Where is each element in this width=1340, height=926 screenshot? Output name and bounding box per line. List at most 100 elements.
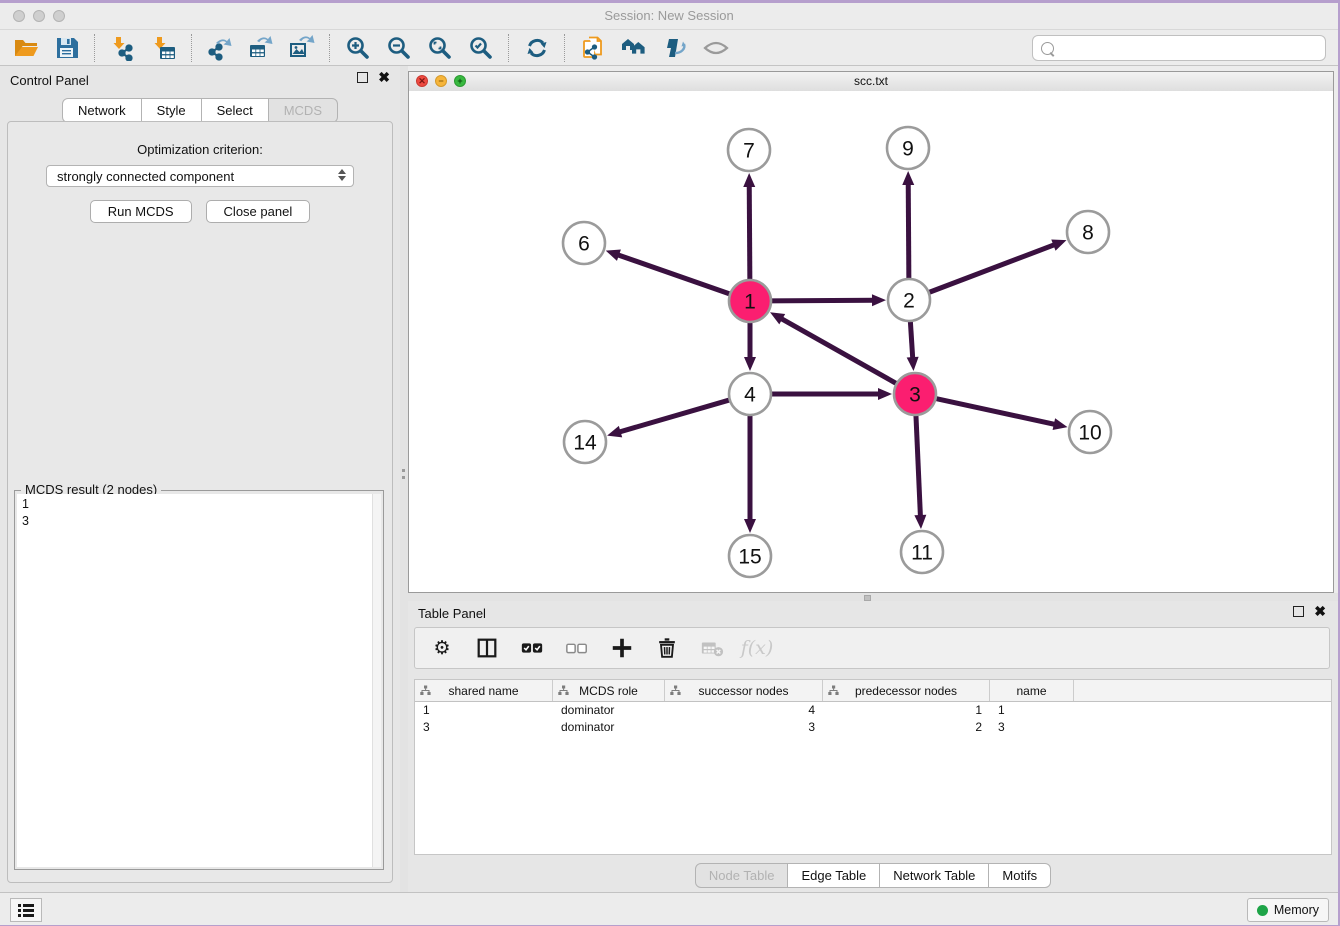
memory-button[interactable]: Memory <box>1247 898 1329 922</box>
tab-edge-table[interactable]: Edge Table <box>788 863 880 888</box>
import-network-icon[interactable] <box>109 34 136 61</box>
criterion-selected-value: strongly connected component <box>57 169 234 184</box>
column-header-name[interactable]: name <box>990 680 1074 701</box>
duplicate-network-icon[interactable] <box>579 34 606 61</box>
zoom-selected-icon[interactable] <box>467 34 494 61</box>
cell-name[interactable]: 3 <box>990 719 1074 736</box>
network-canvas[interactable]: 7 9 6 8 1 2 4 3 14 10 15 11 <box>409 91 1333 592</box>
show-hide-graphics-icon[interactable] <box>702 34 729 61</box>
zoom-out-icon[interactable] <box>385 34 412 61</box>
vertical-splitter[interactable] <box>400 66 408 892</box>
run-mcds-button[interactable]: Run MCDS <box>90 200 192 223</box>
cell-name[interactable]: 1 <box>990 702 1074 719</box>
tab-node-table[interactable]: Node Table <box>695 863 789 888</box>
open-session-icon[interactable] <box>12 34 39 61</box>
cell-successor-nodes[interactable]: 4 <box>665 702 823 719</box>
result-scrollbar[interactable] <box>372 494 381 867</box>
svg-text:15: 15 <box>738 546 761 569</box>
arrowhead-icon <box>1053 418 1068 430</box>
cell-shared-name[interactable]: 3 <box>415 719 553 736</box>
close-table-panel-icon[interactable]: ✖ <box>1314 606 1326 617</box>
unselect-all-checkboxes-icon[interactable] <box>565 636 589 660</box>
task-history-button[interactable] <box>10 898 42 922</box>
edge-4-14[interactable] <box>618 399 732 432</box>
search-icon <box>1041 42 1054 55</box>
tab-network[interactable]: Network <box>62 98 142 123</box>
cell-predecessor-nodes[interactable]: 2 <box>823 719 990 736</box>
arrowhead-icon <box>1051 240 1066 251</box>
settings-gear-icon[interactable]: ⚙ <box>430 636 454 660</box>
edge-1-7[interactable] <box>749 184 750 282</box>
arrowhead-icon <box>744 519 756 533</box>
graph-node-11[interactable]: 11 <box>901 531 943 573</box>
export-image-icon[interactable] <box>288 34 315 61</box>
column-header-shared-name[interactable]: shared name <box>415 680 553 701</box>
svg-text:6: 6 <box>578 233 590 256</box>
graph-node-4[interactable]: 4 <box>729 373 771 415</box>
function-builder-icon: f(x) <box>745 636 769 660</box>
search-input[interactable] <box>1059 38 1325 58</box>
edge-2-8[interactable] <box>927 244 1056 293</box>
import-table-icon[interactable] <box>150 34 177 61</box>
home-icon[interactable] <box>620 34 647 61</box>
search-box[interactable] <box>1032 35 1326 61</box>
svg-text:8: 8 <box>1082 222 1094 245</box>
graph-node-10[interactable]: 10 <box>1069 411 1111 453</box>
select-all-checkboxes-icon[interactable] <box>520 636 544 660</box>
tab-mcds[interactable]: MCDS <box>269 98 338 123</box>
table-row[interactable]: 3dominator323 <box>415 719 1331 736</box>
edge-3-10[interactable] <box>934 398 1057 425</box>
float-table-panel-icon[interactable] <box>1293 606 1304 617</box>
cell-shared-name[interactable]: 1 <box>415 702 553 719</box>
network-view-window: ✕ − + scc.txt 7 9 6 8 1 2 4 3 14 10 15 11 <box>408 71 1334 593</box>
graph-node-6[interactable]: 6 <box>563 222 605 264</box>
arrowhead-icon <box>607 426 622 438</box>
zoom-fit-icon[interactable] <box>426 34 453 61</box>
table-header-row: shared nameMCDS rolesuccessor nodesprede… <box>415 680 1331 702</box>
tab-style[interactable]: Style <box>142 98 202 123</box>
zoom-in-icon[interactable] <box>344 34 371 61</box>
float-panel-icon[interactable] <box>357 72 368 83</box>
edge-3-1[interactable] <box>780 318 899 385</box>
show-hide-labels-icon[interactable] <box>661 34 688 61</box>
add-column-icon[interactable] <box>610 636 634 660</box>
cell-MCDS-role[interactable]: dominator <box>553 719 665 736</box>
graph-node-9[interactable]: 9 <box>887 127 929 169</box>
split-panel-icon[interactable] <box>475 636 499 660</box>
edge-1-2[interactable] <box>769 300 875 301</box>
network-window-titlebar[interactable]: ✕ − + scc.txt <box>409 72 1333 92</box>
graph-node-2[interactable]: 2 <box>888 279 930 321</box>
graph-node-14[interactable]: 14 <box>564 421 606 463</box>
node-table: shared nameMCDS rolesuccessor nodesprede… <box>414 679 1332 855</box>
refresh-view-icon[interactable] <box>523 34 550 61</box>
graph-node-7[interactable]: 7 <box>728 129 770 171</box>
tab-select[interactable]: Select <box>202 98 269 123</box>
edge-2-3[interactable] <box>910 319 913 360</box>
cell-successor-nodes[interactable]: 3 <box>665 719 823 736</box>
graph-node-15[interactable]: 15 <box>729 535 771 577</box>
export-network-icon[interactable] <box>206 34 233 61</box>
edge-3-11[interactable] <box>916 413 921 518</box>
table-row[interactable]: 1dominator411 <box>415 702 1331 719</box>
horizontal-splitter[interactable] <box>408 593 1338 601</box>
delete-column-icon[interactable] <box>655 636 679 660</box>
edge-1-6[interactable] <box>616 254 732 295</box>
graph-node-8[interactable]: 8 <box>1067 211 1109 253</box>
close-panel-button[interactable]: Close panel <box>206 200 311 223</box>
close-panel-icon[interactable]: ✖ <box>378 72 390 83</box>
tab-motifs[interactable]: Motifs <box>989 863 1051 888</box>
graph-node-3[interactable]: 3 <box>894 373 936 415</box>
tab-network-table[interactable]: Network Table <box>880 863 989 888</box>
column-header-successor-nodes[interactable]: successor nodes <box>665 680 823 701</box>
cell-MCDS-role[interactable]: dominator <box>553 702 665 719</box>
export-table-icon[interactable] <box>247 34 274 61</box>
edge-2-9[interactable] <box>908 182 909 281</box>
mcds-result-list[interactable]: 1 3 <box>17 494 381 867</box>
svg-text:9: 9 <box>902 138 914 161</box>
column-header-predecessor-nodes[interactable]: predecessor nodes <box>823 680 990 701</box>
criterion-select[interactable]: strongly connected component <box>46 165 354 187</box>
column-header-MCDS-role[interactable]: MCDS role <box>553 680 665 701</box>
cell-predecessor-nodes[interactable]: 1 <box>823 702 990 719</box>
save-session-icon[interactable] <box>53 34 80 61</box>
graph-node-1[interactable]: 1 <box>729 280 771 322</box>
